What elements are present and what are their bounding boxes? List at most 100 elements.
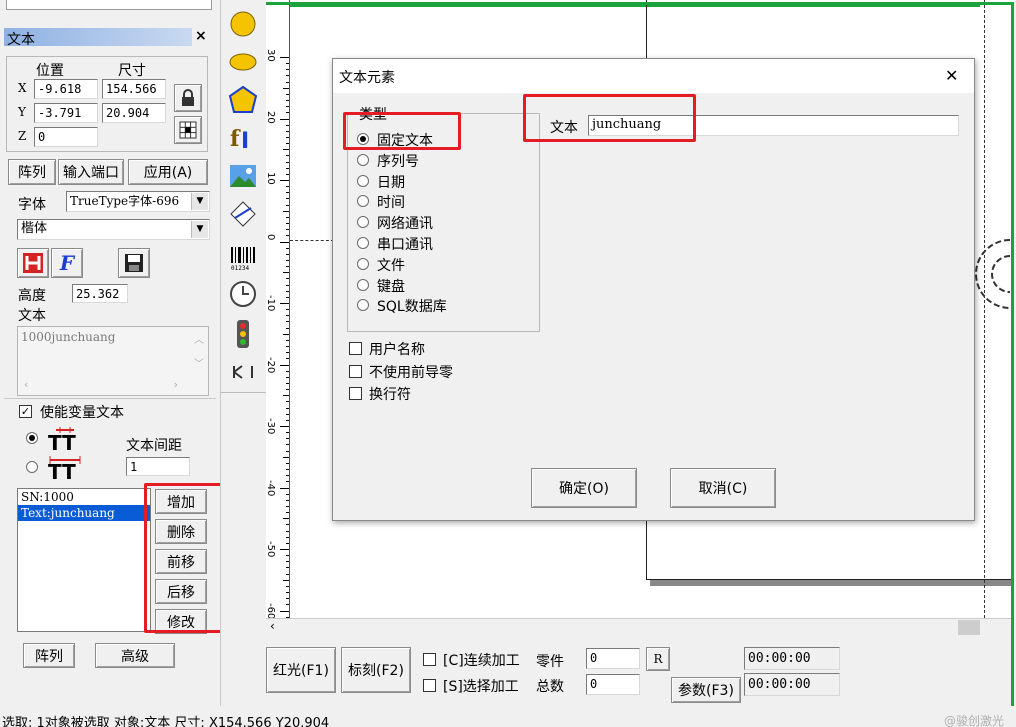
type-radio-1[interactable] xyxy=(357,133,369,145)
type-radio-8[interactable] xyxy=(357,278,369,291)
x-label: X xyxy=(18,81,27,95)
params-button[interactable]: 参数(F3) xyxy=(671,677,741,703)
dialog-text-input[interactable]: junchuang xyxy=(588,115,959,136)
text-content-area[interactable]: 1000junchuang ︿ ﹀ ‹ › xyxy=(17,326,209,396)
image-tool[interactable] xyxy=(222,158,264,194)
type-radio-2[interactable] xyxy=(357,153,369,166)
chevron-down-icon[interactable]: ﹀ xyxy=(194,355,204,370)
dialog-title: 文本元素 xyxy=(339,70,395,86)
polygon-tool[interactable] xyxy=(222,82,264,118)
modify-button[interactable]: 修改 xyxy=(155,609,207,634)
delay-tool[interactable] xyxy=(222,276,264,312)
array-button-bottom[interactable]: 阵列 xyxy=(23,643,75,668)
z-input[interactable]: 0 xyxy=(34,127,98,147)
origin-grid-button[interactable] xyxy=(174,116,202,144)
watermark: @骏创激光 xyxy=(944,714,1005,727)
scroll-left-icon[interactable]: ‹ xyxy=(270,619,275,633)
svg-text:01234: 01234 xyxy=(231,265,249,271)
total-input[interactable]: 0 xyxy=(586,674,640,695)
var-text-list[interactable]: SN:1000 Text:junchuang xyxy=(17,488,151,632)
ellipse-tool[interactable] xyxy=(222,6,264,42)
list-item[interactable]: Text:junchuang xyxy=(18,505,150,521)
vector-file-tool[interactable] xyxy=(222,196,264,232)
scrollbar-thumb[interactable] xyxy=(958,620,980,635)
username-checkbox[interactable] xyxy=(349,342,362,355)
height-size-input[interactable]: 20.904 xyxy=(102,103,166,123)
reset-button[interactable]: R xyxy=(646,647,670,671)
input-port-button[interactable]: 输入端口 xyxy=(58,159,124,185)
status-text: 选取: 1对象被选取 对象:文本 尺寸: X154.566 Y20.904 xyxy=(2,716,330,727)
newline-checkbox[interactable] xyxy=(349,387,362,400)
type-radio-3[interactable] xyxy=(357,174,369,187)
delete-button[interactable]: 删除 xyxy=(155,519,207,544)
ruler-major-tick xyxy=(280,610,289,612)
chevron-up-icon[interactable]: ︿ xyxy=(194,331,204,346)
ruler-major-tick xyxy=(280,303,289,304)
add-button[interactable]: 增加 xyxy=(155,489,207,514)
dialog-close-icon[interactable]: ✕ xyxy=(945,66,958,85)
text-tool[interactable]: fI xyxy=(222,120,264,156)
hershey-font-button[interactable] xyxy=(17,248,49,278)
y-label: Y xyxy=(18,105,26,119)
font-name-select[interactable]: 楷体 ▼ xyxy=(17,219,210,240)
red-light-button[interactable]: 红光(F1) xyxy=(266,647,336,693)
font-name-value: 楷体 xyxy=(21,221,48,236)
type-radio-label: 串口通讯 xyxy=(377,237,433,253)
move-up-button[interactable]: 前移 xyxy=(155,549,207,574)
continuous-checkbox[interactable] xyxy=(423,653,436,666)
ellipse-flat-tool[interactable] xyxy=(222,44,264,80)
parts-label: 零件 xyxy=(536,654,564,670)
timer-1: 00:00:00 xyxy=(744,647,840,670)
chevron-right-icon[interactable]: › xyxy=(174,378,178,391)
jsf-font-button[interactable]: F xyxy=(51,248,83,278)
font-type-select[interactable]: TrueType字体-696 ▼ xyxy=(66,191,210,212)
lock-ratio-button[interactable] xyxy=(174,84,202,112)
advanced-button[interactable]: 高级 xyxy=(95,643,175,668)
landscape-image-icon xyxy=(230,165,256,187)
array-button-top[interactable]: 阵列 xyxy=(8,159,56,185)
save-font-button[interactable] xyxy=(118,248,150,278)
circle-icon xyxy=(230,11,256,37)
mark-button[interactable]: 标刻(F2) xyxy=(341,647,411,693)
io-wait-tool[interactable] xyxy=(222,316,264,352)
ruler-major-tick xyxy=(280,487,289,489)
f-font-icon: F xyxy=(59,251,75,275)
barcode-tool[interactable]: 01234 xyxy=(222,240,264,276)
type-radio-7[interactable] xyxy=(357,257,369,270)
x-input[interactable]: -9.618 xyxy=(34,79,98,99)
no-leading-zero-checkbox[interactable] xyxy=(349,365,362,378)
size-header: 尺寸 xyxy=(118,63,146,79)
ruler-label: 30 xyxy=(266,49,276,62)
parts-input[interactable]: 0 xyxy=(586,648,640,669)
chevron-left-icon[interactable]: ‹ xyxy=(24,378,28,391)
ruler-label: -40 xyxy=(266,479,276,496)
font-type-value: TrueType字体-696 xyxy=(70,194,180,208)
list-item[interactable]: SN:1000 xyxy=(18,489,150,505)
text-content-value: 1000junchuang xyxy=(21,330,116,344)
polygon-icon xyxy=(228,85,258,113)
motion-tool[interactable] xyxy=(222,354,264,390)
enable-var-text-checkbox[interactable]: ✓ xyxy=(19,405,32,418)
width-input[interactable]: 154.566 xyxy=(102,79,166,99)
spacing-mode-radio-1[interactable] xyxy=(26,432,38,444)
cancel-button[interactable]: 取消(C) xyxy=(670,468,776,508)
ruler-major-tick xyxy=(280,364,289,366)
type-radio-6[interactable] xyxy=(357,237,369,249)
status-bar: 选取: 1对象被选取 对象:文本 尺寸: X154.566 Y20.904 @骏… xyxy=(0,706,1016,727)
no-leading-zero-label: 不使用前导零 xyxy=(369,365,453,381)
font-height-input[interactable]: 25.362 xyxy=(72,284,128,303)
ok-button[interactable]: 确定(O) xyxy=(531,468,637,508)
panel-close-icon[interactable]: × xyxy=(195,28,207,44)
ruler-major-tick xyxy=(280,241,289,243)
height-label: 高度 xyxy=(18,288,46,304)
y-input[interactable]: -3.791 xyxy=(34,103,98,123)
apply-button[interactable]: 应用(A) xyxy=(128,159,208,185)
chevron-down-icon: ▼ xyxy=(191,193,208,210)
type-radio-label: 键盘 xyxy=(377,278,405,295)
spacing-mode-radio-2[interactable] xyxy=(26,461,38,473)
text-spacing-input[interactable]: 1 xyxy=(126,457,190,476)
select-process-checkbox[interactable] xyxy=(423,679,436,692)
move-down-button[interactable]: 后移 xyxy=(155,579,207,604)
horizontal-scrollbar[interactable]: ‹ xyxy=(266,618,1011,636)
ellipse-icon xyxy=(229,53,257,71)
